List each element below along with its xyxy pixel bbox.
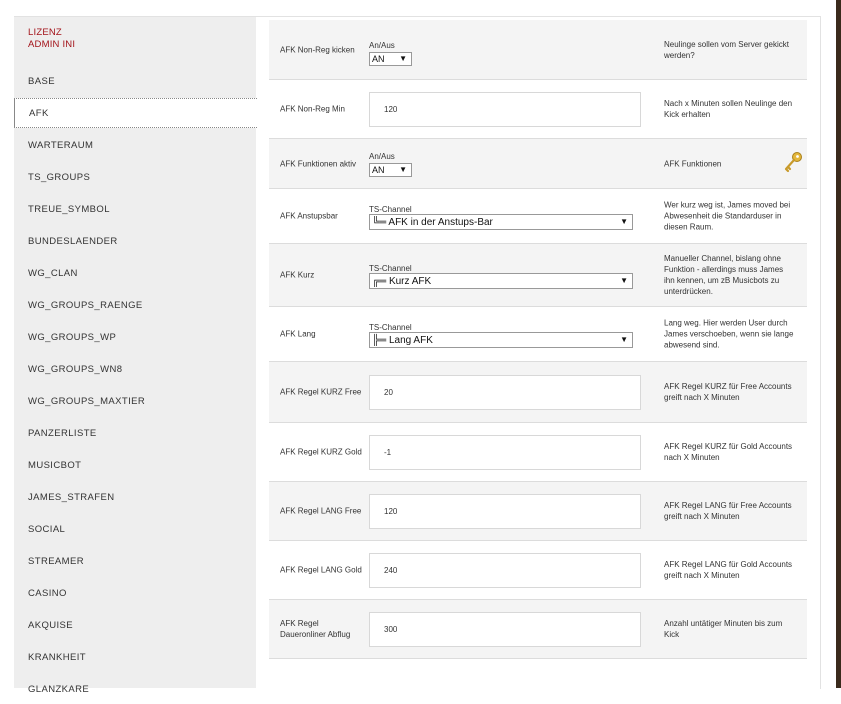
dropdown-arrow-icon: ▼	[399, 54, 407, 63]
setting-row: AFK Funktionen aktiv An/Aus AN ▼ AFK Funktio…	[269, 139, 807, 189]
setting-help-text: Lang weg. Hier werden User durch James v…	[664, 318, 794, 350]
sidebar-item-musicbot[interactable]: MUSICBOT	[14, 450, 256, 480]
setting-help-text: AFK Regel KURZ für Gold Accounts nach X …	[664, 442, 793, 462]
sidebar-item-bundeslaender[interactable]: BUNDESLAENDER	[14, 226, 256, 256]
sidebar-item-akquise[interactable]: AKQUISE	[14, 610, 256, 640]
setting-row: AFK Lang TS-Channel ╠═ Lang AFK ▼ Lang weg. …	[269, 307, 807, 362]
setting-value-input[interactable]: 240	[369, 553, 641, 588]
sidebar-item-warteraum[interactable]: WARTERAUM	[14, 130, 256, 160]
setting-label: AFK Funktionen aktiv	[280, 159, 357, 168]
setting-help-text: AFK Regel LANG für Gold Accounts greift …	[664, 560, 793, 580]
setting-label: AFK Anstupsbar	[280, 211, 338, 221]
sidebar-item-glanzkare[interactable]: GLANZKARE	[14, 674, 256, 704]
sidebar-item-afk[interactable]: AFK	[14, 98, 257, 128]
sidebar-item-wg-groups-maxtier[interactable]: WG_GROUPS_MAXTIER	[14, 386, 256, 416]
ts-channel-select[interactable]: ╔═ Kurz AFK ▼	[369, 273, 633, 289]
setting-help-text: Anzahl untätiger Minuten bis zum Kick	[664, 619, 783, 639]
sidebar-item-krankheit[interactable]: KRANKHEIT	[14, 642, 256, 672]
sidebar-item-wg-groups-raenge[interactable]: WG_GROUPS_RAENGE	[14, 290, 256, 320]
setting-row: AFK Non-Reg kicken An/Aus AN ▼ Neulinge soll…	[269, 20, 807, 80]
setting-help-text: AFK Funktionen	[664, 159, 722, 168]
key-icon	[783, 151, 803, 173]
sidebar-item-social[interactable]: SOCIAL	[14, 514, 256, 544]
select-caption: TS-Channel	[369, 205, 412, 214]
select-value: ╠═ Lang AFK	[372, 334, 433, 346]
dropdown-arrow-icon: ▼	[620, 276, 628, 285]
setting-row: AFK Regel LANG Gold 240 AFK Regel LANG für…	[269, 541, 807, 600]
sidebar-item-ts-groups[interactable]: TS_GROUPS	[14, 162, 256, 192]
setting-row: AFK Anstupsbar TS-Channel ╚═ AFK in der An…	[269, 189, 807, 244]
select-caption: TS-Channel	[369, 323, 412, 332]
setting-value-input[interactable]: 20	[369, 375, 641, 410]
setting-label: AFK Regel LANG Free	[280, 506, 362, 516]
sidebar-item-james-strafen[interactable]: JAMES_STRAFEN	[14, 482, 256, 512]
select-value: AN	[372, 165, 385, 175]
sidebar-item-wg-clan[interactable]: WG_CLAN	[14, 258, 256, 288]
setting-label: AFK Regel KURZ Gold	[280, 447, 362, 457]
setting-value-input[interactable]: 300	[369, 612, 641, 647]
setting-help-text: AFK Regel LANG für Free Accounts greift …	[664, 501, 792, 521]
sidebar-item-panzerliste[interactable]: PANZERLISTE	[14, 418, 256, 448]
setting-label: AFK Lang	[280, 329, 316, 339]
setting-help-text: Neulinge sollen vom Server gekickt werde…	[664, 39, 789, 60]
ts-channel-select[interactable]: ╚═ AFK in der Anstups-Bar ▼	[369, 214, 633, 230]
admin-ini-link[interactable]: ADMIN INI	[28, 39, 75, 51]
setting-help-text: Wer kurz weg ist, James moved bei Abwese…	[664, 200, 791, 232]
select-value: ╚═ AFK in der Anstups-Bar	[372, 216, 493, 228]
setting-label: AFK Non-Reg Min	[280, 104, 345, 114]
setting-row: AFK Non-Reg Min 120 Nach x Minuten sollen …	[269, 80, 807, 139]
setting-help-text: AFK Regel KURZ für Free Accounts greift …	[664, 382, 792, 402]
select-value: AN	[372, 54, 385, 64]
setting-row: AFK Kurz TS-Channel ╔═ Kurz AFK ▼ Manueller …	[269, 244, 807, 307]
setting-row: AFK Regel LANG Free 120 AFK Regel LANG für…	[269, 482, 807, 541]
on-off-select[interactable]: AN ▼	[369, 163, 412, 177]
dropdown-arrow-icon: ▼	[620, 217, 628, 226]
setting-label: AFK Regel KURZ Free	[280, 387, 362, 397]
setting-value-input[interactable]: 120	[369, 92, 641, 127]
sidebar-item-base[interactable]: BASE	[14, 66, 256, 96]
select-value: ╔═ Kurz AFK	[372, 275, 432, 287]
select-caption: An/Aus	[369, 41, 395, 50]
select-caption: TS-Channel	[369, 264, 412, 273]
sidebar-item-casino[interactable]: CASINO	[14, 578, 256, 608]
ts-channel-select[interactable]: ╠═ Lang AFK ▼	[369, 332, 633, 348]
sidebar-item-streamer[interactable]: STREAMER	[14, 546, 256, 576]
dropdown-arrow-icon: ▼	[620, 335, 628, 344]
dropdown-arrow-icon: ▼	[399, 165, 407, 174]
sidebar-top-links: LIZENZ ADMIN INI	[28, 27, 75, 51]
setting-row: AFK Regel KURZ Gold -1 AFK Regel KURZ für …	[269, 423, 807, 482]
setting-label: AFK Non-Reg kicken	[280, 45, 355, 54]
setting-label: AFK Regel LANG Gold	[280, 565, 362, 575]
window-edge	[836, 0, 841, 688]
setting-help-text: Nach x Minuten sollen Neulinge den Kick …	[664, 99, 793, 119]
setting-label: AFK Regel Daueronliner Abflug	[280, 619, 351, 639]
setting-value-input[interactable]: 120	[369, 494, 641, 529]
setting-value-input[interactable]: -1	[369, 435, 641, 470]
setting-row: AFK Regel Daueronliner Abflug 300 Anzahl u…	[269, 600, 807, 659]
license-link[interactable]: LIZENZ	[28, 27, 75, 39]
setting-label: AFK Kurz	[280, 270, 315, 280]
setting-row: AFK Regel KURZ Free 20 AFK Regel KURZ für …	[269, 362, 807, 423]
sidebar-item-treue-symbol[interactable]: TREUE_SYMBOL	[14, 194, 256, 224]
sidebar-item-wg-groups-wp[interactable]: WG_GROUPS_WP	[14, 322, 256, 352]
on-off-select[interactable]: AN ▼	[369, 52, 412, 66]
setting-help-text: Manueller Channel, bislang ohne Funktion…	[664, 254, 784, 296]
sidebar: LIZENZ ADMIN INI BASE AFK WARTERAUM TS_GROU…	[14, 17, 257, 695]
select-caption: An/Aus	[369, 152, 395, 161]
sidebar-item-wg-groups-wn8[interactable]: WG_GROUPS_WN8	[14, 354, 256, 384]
